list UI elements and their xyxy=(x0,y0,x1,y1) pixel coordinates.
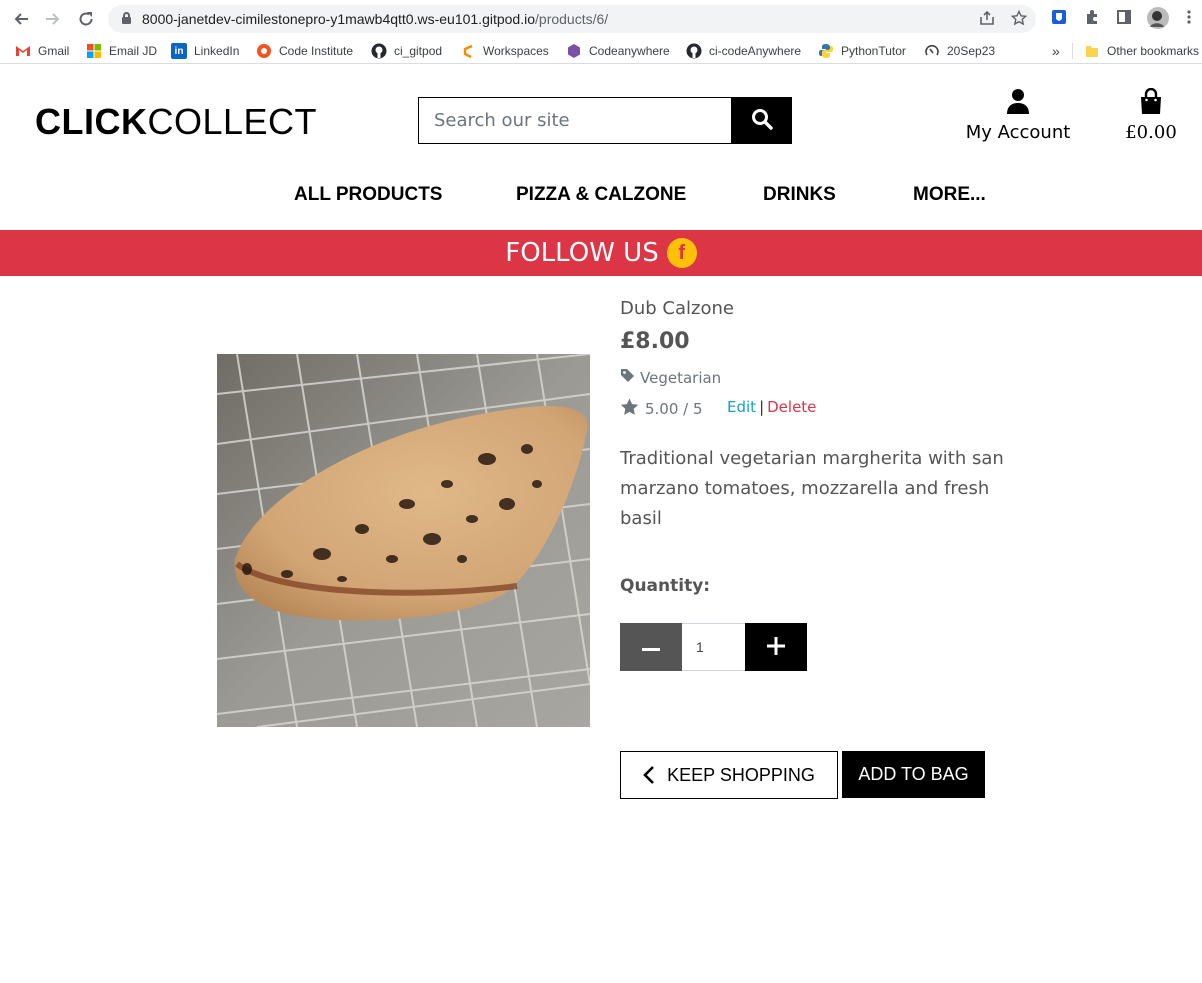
browser-menu-icon[interactable] xyxy=(1180,9,1198,27)
my-account-label: My Account xyxy=(965,122,1071,143)
main-nav: ALL PRODUCTS PIZZA & CALZONE DRINKS MORE… xyxy=(0,184,1202,208)
microsoft-icon xyxy=(86,43,102,59)
bookmark-ci-codeanywhere[interactable]: ci-codeAnywhere xyxy=(686,42,801,60)
profile-avatar[interactable] xyxy=(1147,7,1169,29)
linkedin-icon: in xyxy=(171,43,187,59)
bookmark-code-institute[interactable]: Code Institute xyxy=(256,42,353,60)
bookmark-ci-gitpod[interactable]: ci_gitpod xyxy=(371,42,442,60)
nav-pizza-calzone[interactable]: PIZZA & CALZONE xyxy=(516,184,686,206)
puzzle-extensions-icon[interactable] xyxy=(1083,9,1101,27)
bag-total: £0.00 xyxy=(1125,122,1177,143)
loop-icon xyxy=(924,43,940,59)
bookmark-codeanywhere[interactable]: Codeanywhere xyxy=(566,42,670,60)
bookmark-workspaces[interactable]: Workspaces xyxy=(460,42,549,60)
lock-icon xyxy=(122,12,131,24)
address-bar[interactable]: 8000-janetdev-cimilestonepro-y1mawb4qtt0… xyxy=(108,5,1036,33)
decrement-quantity-button[interactable] xyxy=(620,623,682,671)
product-category-link[interactable]: Vegetarian xyxy=(620,368,721,387)
product-rating: 5.00 / 5 xyxy=(620,398,703,420)
actions-separator: | xyxy=(759,398,765,416)
quantity-input[interactable] xyxy=(682,623,745,671)
bookmark-email-jd[interactable]: Email JD xyxy=(86,42,157,60)
nav-all-products[interactable]: ALL PRODUCTS xyxy=(294,184,442,206)
star-icon xyxy=(620,398,639,420)
tag-icon xyxy=(620,368,635,387)
follow-us-banner: FOLLOW US f xyxy=(0,230,1202,276)
bookmark-linkedin[interactable]: in LinkedIn xyxy=(171,42,239,60)
share-icon[interactable] xyxy=(978,10,996,28)
code-institute-icon xyxy=(256,43,272,59)
url-text: 8000-janetdev-cimilestonepro-y1mawb4qtt0… xyxy=(142,11,609,27)
bookmark-20sep23[interactable]: 20Sep23 xyxy=(924,42,995,60)
bitwarden-extension-icon[interactable] xyxy=(1050,9,1068,27)
shopping-bag-link[interactable]: £0.00 xyxy=(1116,87,1186,143)
reload-icon[interactable] xyxy=(75,8,97,30)
quantity-stepper xyxy=(620,623,807,671)
gmail-icon xyxy=(15,43,31,59)
facebook-icon[interactable]: f xyxy=(666,238,697,268)
bookmarks-bar: Gmail Email JD in LinkedIn Code Institut… xyxy=(0,38,1202,64)
bookmark-gmail[interactable]: Gmail xyxy=(15,42,69,60)
side-panel-icon[interactable] xyxy=(1115,9,1133,27)
search-icon xyxy=(751,108,773,133)
plus-icon xyxy=(767,636,785,658)
delete-product-link[interactable]: Delete xyxy=(767,398,816,416)
bookmarks-divider xyxy=(1072,43,1073,59)
codeanywhere-icon xyxy=(566,43,582,59)
bookmark-star-icon[interactable] xyxy=(1010,9,1028,28)
gitpod-icon xyxy=(460,43,476,59)
site-logo[interactable]: CLICKCOLLECT xyxy=(35,101,317,143)
increment-quantity-button[interactable] xyxy=(745,623,807,671)
add-to-bag-button[interactable]: ADD TO BAG xyxy=(842,751,985,798)
product-description: Traditional vegetarian margherita with s… xyxy=(620,448,1004,529)
admin-actions: Edit | Delete xyxy=(727,398,816,416)
user-icon xyxy=(956,88,1080,118)
follow-us-text: FOLLOW US xyxy=(505,238,659,268)
product-name: Dub Calzone xyxy=(620,298,734,319)
keep-shopping-label: KEEP SHOPPING xyxy=(667,764,815,785)
keep-shopping-button[interactable]: KEEP SHOPPING xyxy=(620,751,838,799)
shopping-bag-icon xyxy=(1116,87,1186,118)
nav-more[interactable]: MORE... xyxy=(913,184,986,206)
back-arrow-icon[interactable] xyxy=(10,8,32,30)
forward-arrow-icon[interactable] xyxy=(42,8,64,30)
my-account-link[interactable]: My Account xyxy=(956,88,1080,143)
python-icon xyxy=(818,43,834,59)
more-bookmarks-chevron[interactable]: » xyxy=(1052,42,1060,60)
search-input[interactable] xyxy=(418,97,731,144)
minus-icon xyxy=(642,640,660,655)
product-image xyxy=(217,354,590,727)
product-price: £8.00 xyxy=(620,329,690,354)
github-icon xyxy=(371,43,387,59)
rating-value: 5.00 / 5 xyxy=(645,400,703,418)
folder-icon xyxy=(1084,43,1100,59)
search-form xyxy=(418,97,792,144)
bookmark-other-folder[interactable]: Other bookmarks xyxy=(1084,42,1199,60)
github-icon xyxy=(686,43,702,59)
search-button[interactable] xyxy=(731,97,792,144)
browser-toolbar: 8000-janetdev-cimilestonepro-y1mawb4qtt0… xyxy=(0,0,1202,38)
nav-drinks[interactable]: DRINKS xyxy=(763,184,836,206)
edit-product-link[interactable]: Edit xyxy=(727,398,756,416)
chevron-left-icon xyxy=(643,766,655,784)
product-category: Vegetarian xyxy=(640,368,722,387)
quantity-label: Quantity: xyxy=(620,576,711,596)
bookmark-pythontutor[interactable]: PythonTutor xyxy=(818,42,906,60)
